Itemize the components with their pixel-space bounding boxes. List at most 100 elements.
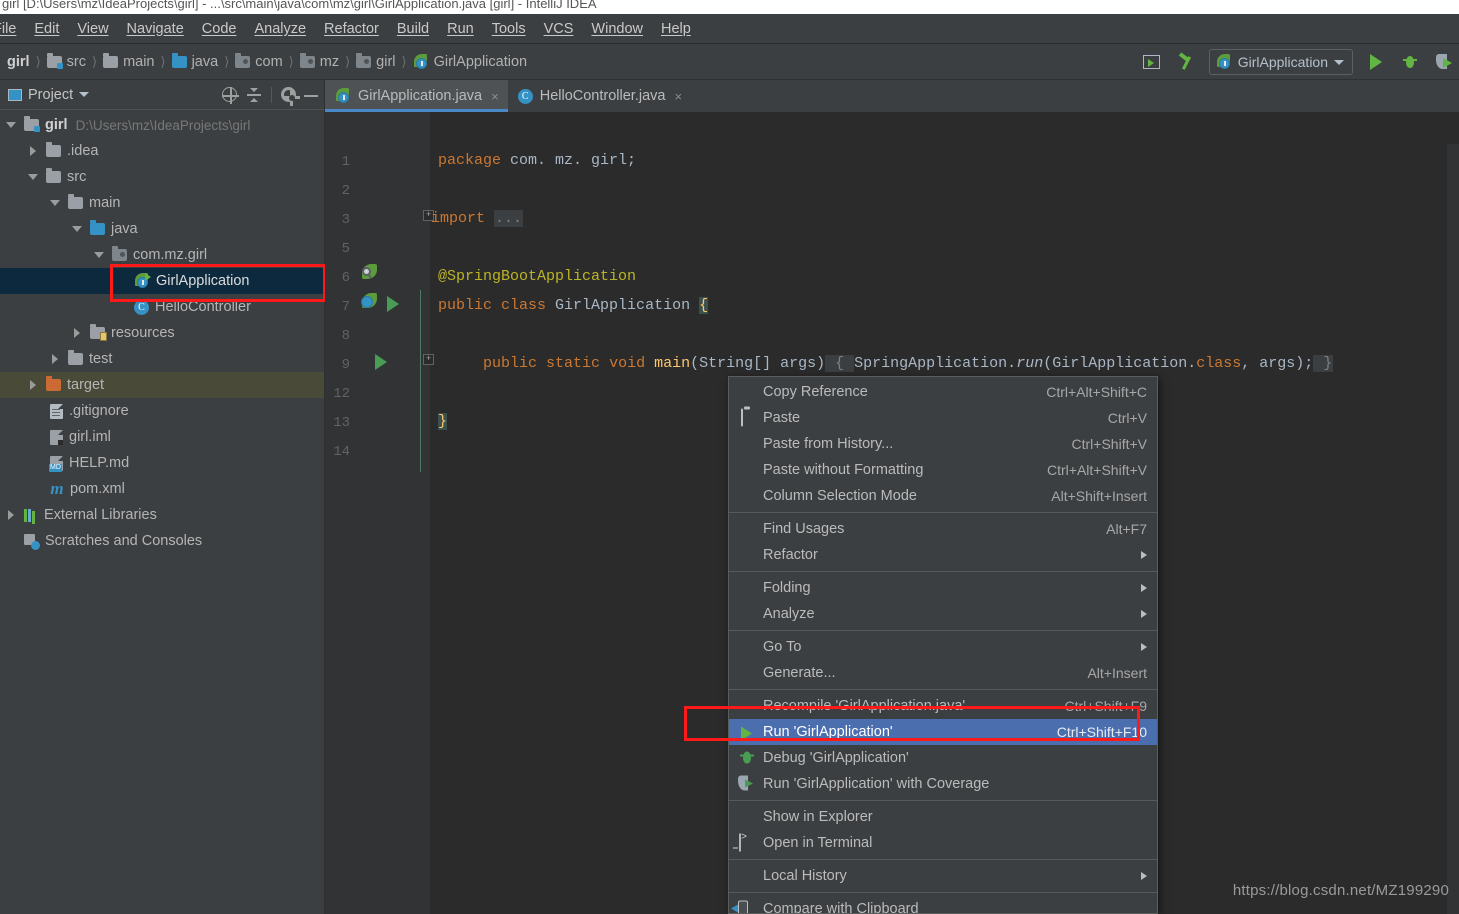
make-project-button[interactable] bbox=[1141, 51, 1163, 73]
folded-imports[interactable]: ... bbox=[494, 210, 524, 227]
context-menu-item-go-to[interactable]: Go To bbox=[729, 634, 1157, 660]
build-button[interactable] bbox=[1175, 51, 1197, 73]
context-menu-item-column-selection-mode[interactable]: Column Selection Mode Alt+Shift+Insert bbox=[729, 483, 1157, 509]
context-menu-item-paste-from-history[interactable]: Paste from History... Ctrl+Shift+V bbox=[729, 431, 1157, 457]
chevron-right-icon[interactable] bbox=[28, 145, 40, 157]
editor-tab-bar[interactable]: GirlApplication.java × C HelloController… bbox=[325, 80, 1459, 112]
folded-body-close[interactable]: } bbox=[1313, 355, 1334, 372]
minimize-icon[interactable] bbox=[303, 87, 318, 102]
tree-item-gitignore[interactable]: .gitignore bbox=[0, 398, 324, 424]
run-toolbar[interactable]: GirlApplication bbox=[1141, 44, 1459, 80]
chevron-down-icon[interactable] bbox=[94, 249, 106, 261]
context-menu-item-local-history[interactable]: Local History bbox=[729, 863, 1157, 889]
tree-item-target[interactable]: target bbox=[0, 372, 324, 398]
menu-item-navigate[interactable]: Navigate bbox=[118, 18, 193, 40]
menu-item-file[interactable]: File bbox=[0, 18, 25, 40]
run-gutter-icon[interactable] bbox=[387, 296, 399, 312]
collapse-all-icon[interactable] bbox=[246, 87, 262, 103]
main-menu-bar[interactable]: File Edit View Navigate Code Analyze Ref… bbox=[0, 14, 1459, 44]
editor-scrollbar[interactable] bbox=[1447, 144, 1459, 914]
chevron-down-icon[interactable] bbox=[6, 119, 18, 131]
menu-item-view[interactable]: View bbox=[68, 18, 117, 40]
editor-context-menu[interactable]: Copy Reference Ctrl+Alt+Shift+C Paste Ct… bbox=[728, 376, 1158, 914]
breadcrumb-item-girlapplication[interactable]: GirlApplication bbox=[410, 52, 531, 72]
breadcrumb-item-main[interactable]: main bbox=[100, 52, 157, 72]
menu-item-refactor[interactable]: Refactor bbox=[315, 18, 388, 40]
breadcrumb-item-girl-project[interactable]: girl bbox=[4, 52, 33, 72]
context-menu-item-recompile[interactable]: Recompile 'GirlApplication.java' Ctrl+Sh… bbox=[729, 693, 1157, 719]
project-tool-window[interactable]: Project girl D:\Users\mz\IdeaProjects\gi… bbox=[0, 80, 325, 914]
menu-item-build[interactable]: Build bbox=[388, 18, 438, 40]
context-menu-item-folding[interactable]: Folding bbox=[729, 575, 1157, 601]
context-menu-item-find-usages[interactable]: Find Usages Alt+F7 bbox=[729, 516, 1157, 542]
context-menu-item-debug-girlapplication[interactable]: Debug 'GirlApplication' bbox=[729, 745, 1157, 771]
tree-item-scratches-and-consoles[interactable]: Scratches and Consoles bbox=[0, 528, 324, 554]
folded-body-open[interactable]: { bbox=[825, 355, 855, 372]
tree-item-idea[interactable]: .idea bbox=[0, 138, 324, 164]
context-menu-item-paste-without-formatting[interactable]: Paste without Formatting Ctrl+Alt+Shift+… bbox=[729, 457, 1157, 483]
chevron-down-icon[interactable] bbox=[28, 171, 40, 183]
tree-item-com-mz-girl[interactable]: com.mz.girl bbox=[0, 242, 324, 268]
run-configuration-selector[interactable]: GirlApplication bbox=[1208, 49, 1353, 75]
context-menu-item-generate[interactable]: Generate... Alt+Insert bbox=[729, 660, 1157, 686]
project-tree[interactable]: girl D:\Users\mz\IdeaProjects\girl .idea… bbox=[0, 110, 324, 554]
context-menu-item-compare-with-clipboard[interactable]: Compare with Clipboard bbox=[729, 896, 1157, 913]
context-menu-item-refactor[interactable]: Refactor bbox=[729, 542, 1157, 568]
tree-item-help-md[interactable]: HELP.md bbox=[0, 450, 324, 476]
menu-item-code[interactable]: Code bbox=[193, 18, 246, 40]
breadcrumb-item-girl-package[interactable]: girl bbox=[353, 52, 398, 72]
menu-item-help[interactable]: Help bbox=[652, 18, 700, 40]
fold-toggle-method[interactable]: + bbox=[423, 354, 434, 365]
chevron-down-icon[interactable] bbox=[72, 223, 84, 235]
tree-item-girl-iml[interactable]: girl.iml bbox=[0, 424, 324, 450]
menu-item-analyze[interactable]: Analyze bbox=[245, 18, 315, 40]
context-menu-item-paste[interactable]: Paste Ctrl+V bbox=[729, 405, 1157, 431]
tree-item-pom-xml[interactable]: m pom.xml bbox=[0, 476, 324, 502]
breadcrumb-item-java[interactable]: java bbox=[169, 52, 222, 72]
run-gutter-icon[interactable] bbox=[375, 354, 387, 370]
breadcrumb-item-src[interactable]: src bbox=[44, 52, 89, 72]
run-with-coverage-button[interactable] bbox=[1433, 51, 1455, 73]
breadcrumb-item-com[interactable]: com bbox=[232, 52, 285, 72]
menu-item-window[interactable]: Window bbox=[582, 18, 652, 40]
tree-item-resources[interactable]: resources bbox=[0, 320, 324, 346]
tree-item-girlapplication[interactable]: GirlApplication bbox=[0, 268, 324, 294]
tree-item-girl-root[interactable]: girl D:\Users\mz\IdeaProjects\girl bbox=[0, 112, 324, 138]
context-menu-item-show-in-explorer[interactable]: Show in Explorer bbox=[729, 804, 1157, 830]
context-menu-item-run-girlapplication[interactable]: Run 'GirlApplication' Ctrl+Shift+F10 bbox=[729, 719, 1157, 745]
tree-item-main[interactable]: main bbox=[0, 190, 324, 216]
menu-item-run[interactable]: Run bbox=[438, 18, 483, 40]
context-menu-item-analyze[interactable]: Analyze bbox=[729, 601, 1157, 627]
tree-item-test[interactable]: test bbox=[0, 346, 324, 372]
menu-item-vcs[interactable]: VCS bbox=[535, 18, 583, 40]
menu-item-edit[interactable]: Edit bbox=[25, 18, 68, 40]
tree-item-src[interactable]: src bbox=[0, 164, 324, 190]
editor-gutter[interactable]: 1 2 3 5 6 7 8 9 12 13 14 bbox=[325, 112, 430, 914]
context-menu-item-copy-reference[interactable]: Copy Reference Ctrl+Alt+Shift+C bbox=[729, 379, 1157, 405]
breadcrumb-item-mz[interactable]: mz bbox=[297, 52, 342, 72]
context-menu-item-open-in-terminal[interactable]: Open in Terminal bbox=[729, 830, 1157, 856]
close-icon[interactable]: × bbox=[491, 89, 499, 104]
spring-boot-gutter-icon[interactable] bbox=[361, 293, 378, 310]
editor-tab-girlapplication[interactable]: GirlApplication.java × bbox=[325, 80, 508, 112]
spring-bean-gutter-icon[interactable] bbox=[361, 264, 378, 281]
chevron-down-icon[interactable] bbox=[50, 197, 62, 209]
tree-item-hellocontroller[interactable]: C HelloController bbox=[0, 294, 324, 320]
editor-tab-hellocontroller[interactable]: C HelloController.java × bbox=[507, 80, 692, 112]
menu-item-tools[interactable]: Tools bbox=[483, 18, 535, 40]
chevron-right-icon[interactable] bbox=[6, 509, 18, 521]
scroll-from-source-icon[interactable] bbox=[222, 87, 239, 104]
chevron-right-icon[interactable] bbox=[50, 353, 62, 365]
run-button[interactable] bbox=[1365, 51, 1387, 73]
gear-icon[interactable] bbox=[281, 87, 300, 106]
tree-item-external-libraries[interactable]: External Libraries bbox=[0, 502, 324, 528]
tree-item-java[interactable]: java bbox=[0, 216, 324, 242]
chevron-right-icon[interactable] bbox=[28, 379, 40, 391]
code-fold-guide[interactable] bbox=[420, 290, 421, 472]
context-menu-item-run-with-coverage[interactable]: Run 'GirlApplication' with Coverage bbox=[729, 771, 1157, 797]
chevron-down-icon[interactable] bbox=[79, 92, 90, 97]
chevron-down-icon[interactable] bbox=[1334, 59, 1344, 65]
close-icon[interactable]: × bbox=[674, 89, 682, 104]
chevron-right-icon[interactable] bbox=[72, 327, 84, 339]
debug-button[interactable] bbox=[1399, 51, 1421, 73]
